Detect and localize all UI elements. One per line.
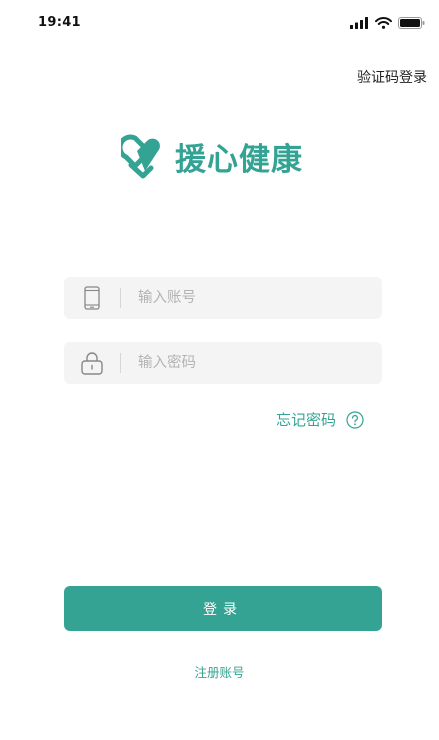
question-circle-icon[interactable]	[346, 410, 364, 429]
account-input[interactable]	[136, 289, 360, 307]
account-field-divider	[120, 288, 121, 308]
status-bar: 19:41	[0, 0, 439, 44]
app-logo: 援心健康	[121, 133, 303, 179]
forgot-password-label: 忘记密码	[276, 411, 337, 429]
phone-icon	[64, 286, 120, 310]
battery-icon	[398, 17, 425, 29]
wifi-icon	[375, 17, 392, 29]
status-icons	[350, 17, 425, 29]
verification-code-login-link[interactable]: 验证码登录	[357, 67, 427, 87]
forgot-password-link[interactable]: 忘记密码	[276, 409, 364, 430]
signal-icon	[350, 17, 368, 29]
lock-icon	[64, 351, 120, 375]
account-field[interactable]	[64, 277, 382, 319]
status-time: 19:41	[38, 15, 81, 30]
password-input[interactable]	[136, 354, 360, 372]
heart-logo-icon	[121, 134, 160, 179]
password-field[interactable]	[64, 342, 382, 384]
password-field-divider	[120, 353, 121, 373]
app-name: 援心健康	[175, 141, 303, 178]
login-button[interactable]: 登录	[64, 586, 382, 631]
register-link[interactable]: 注册账号	[0, 662, 439, 681]
